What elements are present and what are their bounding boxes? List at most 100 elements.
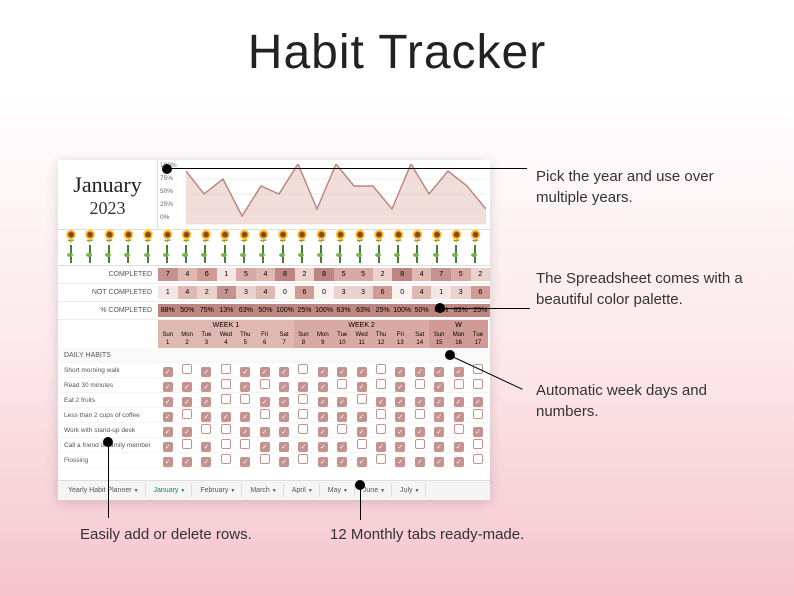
summary-cell[interactable]: 0 [392,286,412,299]
summary-row: COMPLETED74615482855284752 [58,266,490,284]
summary-cell[interactable]: 7 [431,268,451,281]
habit-checkbox[interactable]: ✓ [333,451,352,469]
summary-cell[interactable]: 6 [197,268,217,281]
summary-cell[interactable]: 4 [178,286,198,299]
summary-cell[interactable]: 1 [158,286,178,299]
day-number: 2 [177,339,196,347]
sheet-tab[interactable]: Yearly Habit Planner▼ [62,484,146,497]
habit-checkbox[interactable]: ✓ [274,451,293,469]
habit-checkbox[interactable]: ✓ [236,451,255,469]
summary-cell[interactable]: 6 [373,286,393,299]
day-number: 12 [371,339,390,347]
summary-cell[interactable]: 25% [295,304,315,317]
day-name: Thu [371,331,390,339]
summary-cell[interactable]: 2 [373,268,393,281]
habit-checkbox[interactable] [294,451,313,469]
summary-cell[interactable]: 3 [236,286,256,299]
summary-cell[interactable]: 2 [197,286,217,299]
habit-name[interactable]: Work with stand-up desk [58,427,158,434]
sheet-tabs: Yearly Habit Planner▼January▼February▼Ma… [58,480,490,500]
summary-cell[interactable]: 7 [158,268,178,281]
summary-cell[interactable]: 13% [217,304,237,317]
habit-checkbox[interactable]: ✓ [177,451,196,469]
page-title: Habit Tracker [0,0,794,80]
summary-cell[interactable]: 50% [178,304,198,317]
summary-cell[interactable]: 63% [353,304,373,317]
summary-cell[interactable]: 1 [217,268,237,281]
summary-cell[interactable]: 25% [471,304,491,317]
summary-cell[interactable]: 3 [353,286,373,299]
summary-cell[interactable]: 50% [412,304,432,317]
sheet-tab[interactable]: May▼ [322,484,355,497]
summary-cell[interactable]: 3 [334,286,354,299]
summary-cell[interactable]: 2 [471,268,491,281]
habit-checkbox[interactable]: ✓ [391,451,410,469]
summary-cell[interactable]: 4 [412,268,432,281]
habit-row: Flossing✓✓✓✓✓✓✓✓✓✓✓✓ [58,453,490,468]
summary-cell[interactable]: 6 [295,286,315,299]
flower-icon [180,233,194,263]
habit-name[interactable]: Less than 2 cups of coffee [58,412,158,419]
habit-name[interactable]: Short morning walk [58,367,158,374]
summary-cell[interactable]: 5 [334,268,354,281]
summary-cell[interactable]: 50% [256,304,276,317]
day-number: 1 [158,339,177,347]
sheet-tab[interactable]: March▼ [244,484,283,497]
habit-checkbox[interactable] [371,451,390,469]
summary-cell[interactable]: 0 [275,286,295,299]
flower-icon [431,233,445,263]
habit-checkbox[interactable]: ✓ [449,451,468,469]
sheet-tab[interactable]: January▼ [148,484,193,497]
summary-cell[interactable]: 2 [295,268,315,281]
habit-checkbox[interactable] [255,451,274,469]
habit-checkbox[interactable]: ✓ [158,451,177,469]
summary-cell[interactable]: 63% [451,304,471,317]
habit-checkbox[interactable]: ✓ [313,451,332,469]
habit-name[interactable]: Eat 2 fruits [58,397,158,404]
day-name: Mon [313,331,332,339]
summary-cell[interactable]: 1 [431,286,451,299]
summary-cell[interactable]: 4 [256,286,276,299]
habit-name[interactable]: Read 30 minutes [58,382,158,389]
summary-cell[interactable]: 100% [275,304,295,317]
habit-checkbox[interactable]: ✓ [429,451,448,469]
summary-cell[interactable]: 4 [256,268,276,281]
flower-icon [238,233,252,263]
chevron-down-icon: ▼ [272,488,277,494]
day-number: 14 [410,339,429,347]
callout-palette: The Spreadsheet comes with a beautiful c… [536,268,756,310]
summary-cell[interactable]: 3 [451,286,471,299]
sheet-tab[interactable]: February▼ [194,484,242,497]
summary-cell[interactable]: 25% [373,304,393,317]
summary-cell[interactable]: 5 [236,268,256,281]
summary-cell[interactable]: 100% [314,304,334,317]
habit-checkbox[interactable]: ✓ [410,451,429,469]
summary-cell[interactable]: 6 [471,286,491,299]
summary-cell[interactable]: 4 [178,268,198,281]
habit-checkbox[interactable]: ✓ [197,451,216,469]
flower-icon [103,233,117,263]
summary-cell[interactable]: 5 [353,268,373,281]
summary-cell[interactable]: 8 [392,268,412,281]
summary-cell[interactable]: 5 [451,268,471,281]
summary-cell[interactable]: 8 [314,268,334,281]
sheet-tab[interactable]: April▼ [286,484,320,497]
flower-icon [257,233,271,263]
summary-cell[interactable]: 0 [314,286,334,299]
sheet-tab[interactable]: July▼ [394,484,426,497]
chevron-down-icon: ▼ [380,488,385,494]
summary-cell[interactable]: 8 [275,268,295,281]
summary-cell[interactable]: 7 [217,286,237,299]
summary-cell[interactable]: 100% [392,304,412,317]
summary-cell[interactable]: 63% [236,304,256,317]
day-number: 13 [391,339,410,347]
summary-cell[interactable]: 63% [334,304,354,317]
habit-checkbox[interactable]: ✓ [352,451,371,469]
month-year-cell[interactable]: January 2023 [58,160,158,229]
summary-cell[interactable]: 75% [197,304,217,317]
summary-label: % COMPLETED [58,307,158,314]
summary-cell[interactable]: 88% [158,304,178,317]
summary-cell[interactable]: 4 [412,286,432,299]
habit-checkbox[interactable] [216,451,235,469]
habit-checkbox[interactable] [468,451,487,469]
